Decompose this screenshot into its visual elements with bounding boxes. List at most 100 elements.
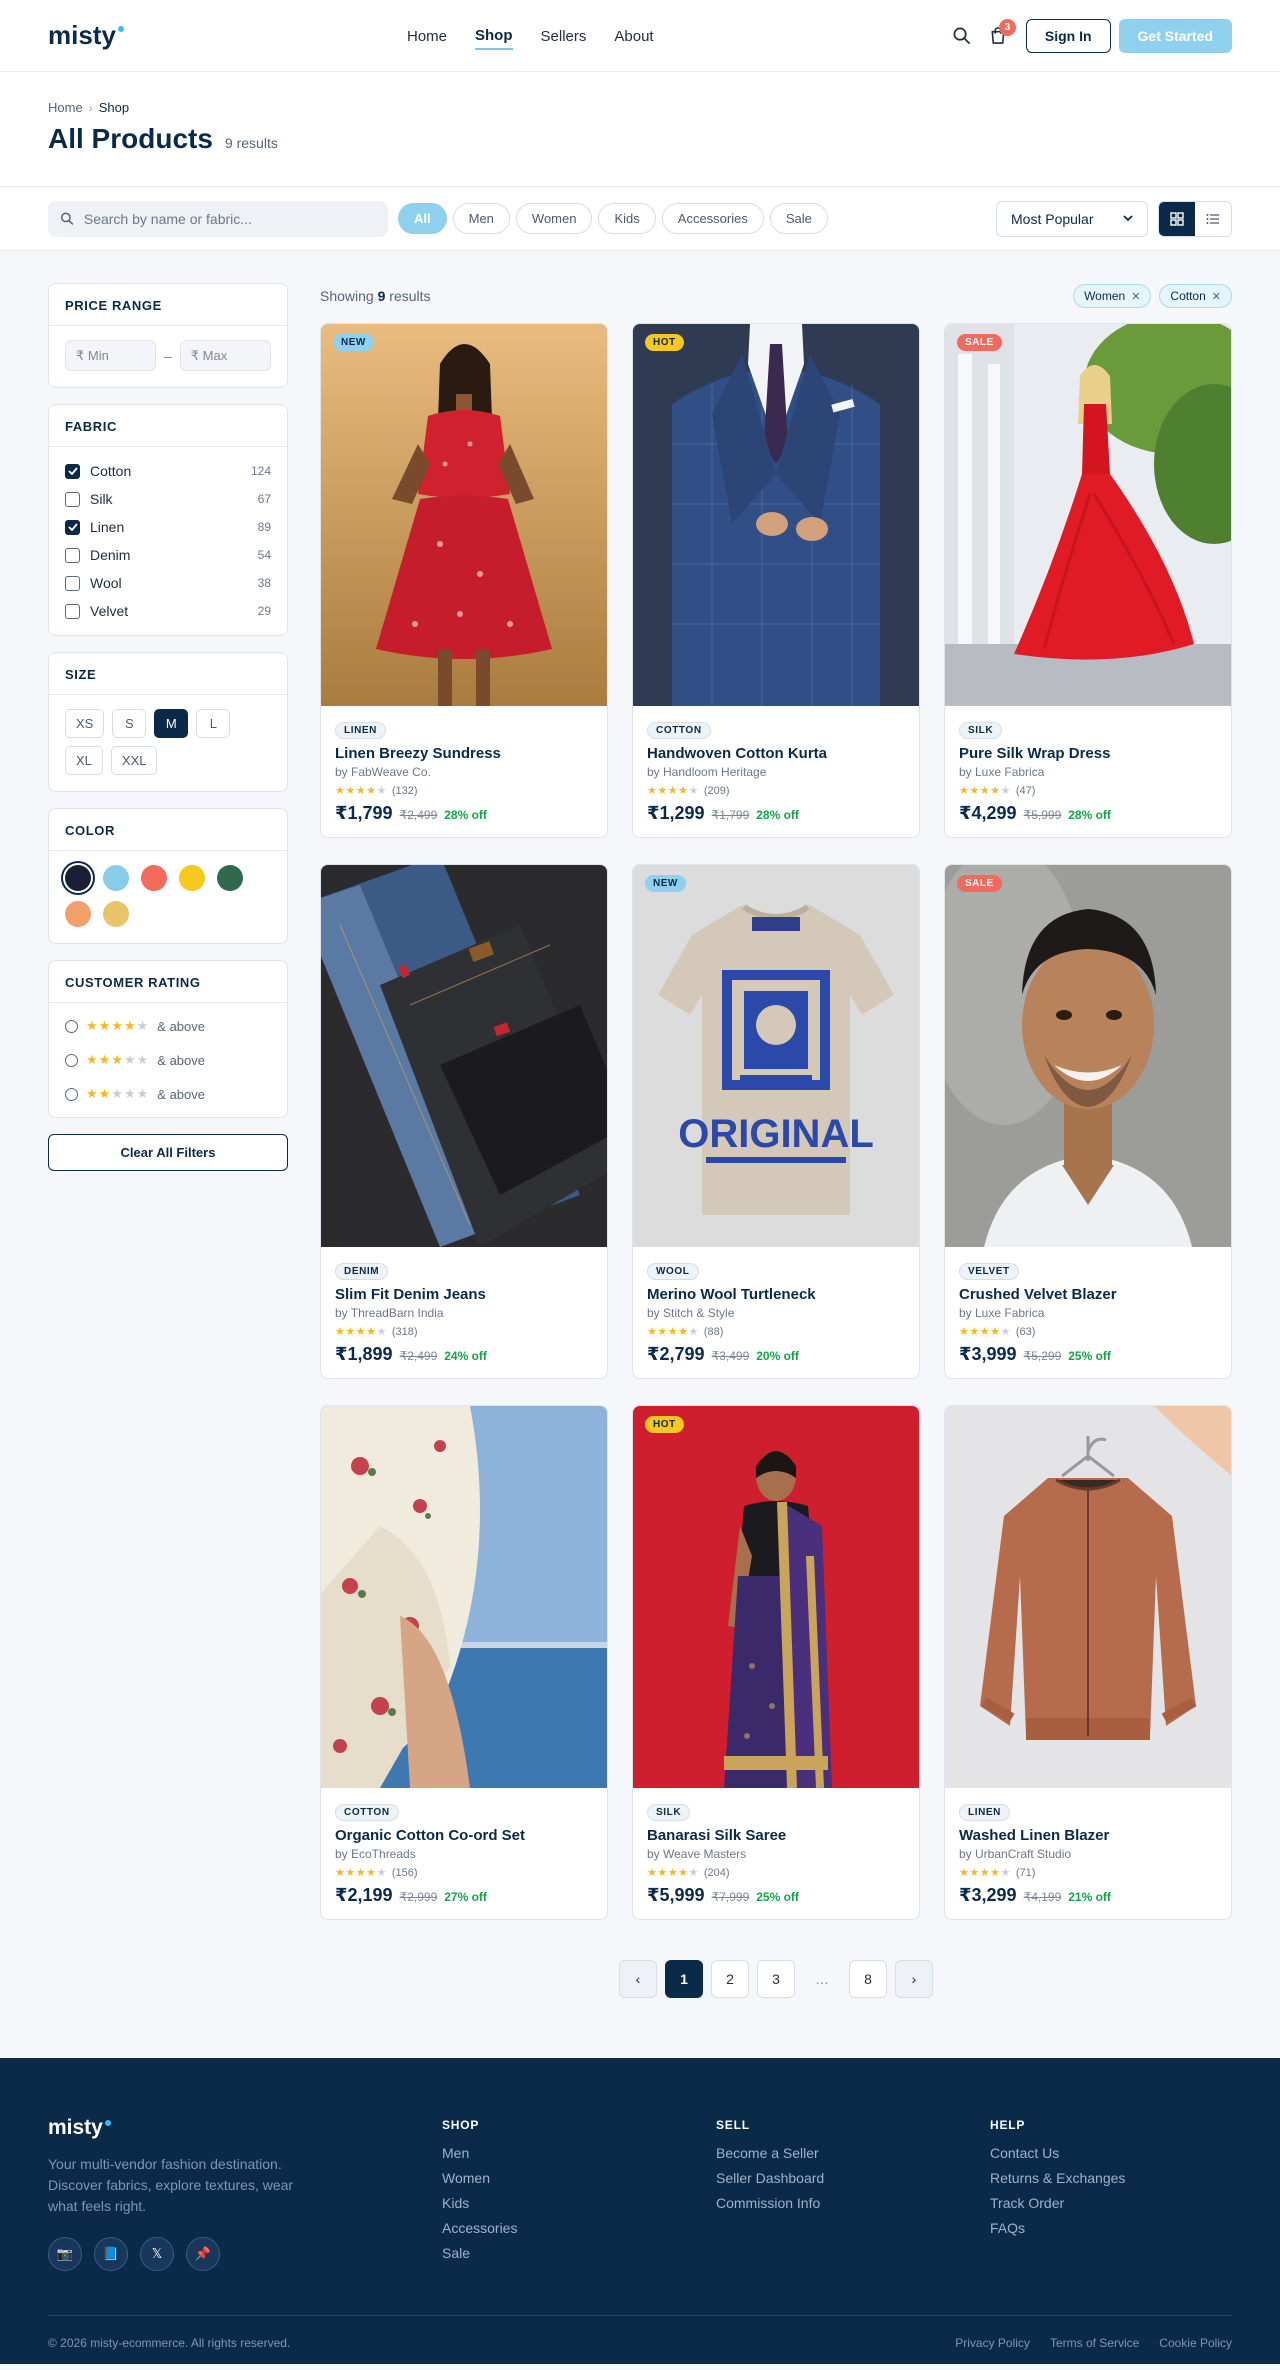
fabric-checkbox[interactable]: [65, 575, 80, 591]
product-name[interactable]: Pure Silk Wrap Dress: [959, 745, 1217, 762]
category-chip-kids[interactable]: Kids: [598, 203, 656, 234]
footer-link[interactable]: Women: [442, 2170, 716, 2187]
list-view-button[interactable]: [1195, 201, 1231, 236]
size-option-xxl[interactable]: XXL: [110, 746, 158, 775]
breadcrumb-home[interactable]: Home: [48, 100, 83, 115]
product-image[interactable]: ORIGINAL NEW: [633, 865, 919, 1247]
color-swatch[interactable]: [141, 865, 167, 891]
logo[interactable]: misty: [48, 20, 124, 51]
next-page-button[interactable]: ›: [895, 1960, 933, 1998]
product-name[interactable]: Banarasi Silk Saree: [647, 1827, 905, 1844]
get-started-button[interactable]: Get Started: [1118, 18, 1232, 53]
cart-button[interactable]: 3: [980, 18, 1016, 54]
color-swatch[interactable]: [103, 865, 129, 891]
product-card[interactable]: HOT COTTON Handwoven Cotton Kurta by Handlo…: [632, 323, 920, 838]
footer-link[interactable]: Contact Us: [990, 2145, 1125, 2162]
clear-filters-button[interactable]: Clear All Filters: [48, 1134, 288, 1171]
logo-text[interactable]: misty: [48, 20, 116, 51]
product-name[interactable]: Crushed Velvet Blazer: [959, 1286, 1217, 1303]
size-option-s[interactable]: S: [112, 709, 147, 738]
search-input[interactable]: [83, 210, 376, 227]
fabric-option-wool[interactable]: Wool 38: [65, 569, 271, 597]
seller-name[interactable]: by EcoThreads: [335, 1847, 593, 1861]
color-swatch[interactable]: [179, 865, 205, 891]
color-swatch[interactable]: [103, 901, 129, 927]
product-card[interactable]: SALE VELVET Crushed Velvet Blazer by Luxe F…: [944, 864, 1232, 1379]
seller-name[interactable]: by FabWeave Co.: [335, 765, 593, 779]
product-image[interactable]: SALE: [945, 324, 1231, 706]
product-name[interactable]: Slim Fit Denim Jeans: [335, 1286, 593, 1303]
terms-link[interactable]: Terms of Service: [1050, 2336, 1139, 2350]
size-option-l[interactable]: L: [196, 709, 231, 738]
sort-select[interactable]: Most Popular: [996, 200, 1148, 237]
footer-link[interactable]: Accessories: [442, 2220, 716, 2237]
active-filter-chip[interactable]: Women ✕: [1073, 284, 1152, 308]
footer-link[interactable]: Returns & Exchanges: [990, 2170, 1125, 2187]
remove-filter-icon[interactable]: ✕: [1131, 290, 1140, 303]
cookie-policy-link[interactable]: Cookie Policy: [1159, 2336, 1232, 2350]
product-image[interactable]: NEW: [321, 324, 607, 706]
footer-link[interactable]: Track Order: [990, 2195, 1125, 2212]
product-card[interactable]: ORIGINAL NEW WOOL Merino Wool Turtleneck by…: [632, 864, 920, 1379]
grid-view-button[interactable]: [1159, 201, 1195, 236]
seller-name[interactable]: by Handloom Heritage: [647, 765, 905, 779]
product-card[interactable]: SALE SILK Pure Silk Wrap Dress by Luxe Fabr…: [944, 323, 1232, 838]
product-card[interactable]: DENIM Slim Fit Denim Jeans by ThreadBarn I…: [320, 864, 608, 1379]
rating-radio[interactable]: [65, 1019, 78, 1033]
x-icon[interactable]: 𝕏: [140, 2237, 174, 2271]
search-box[interactable]: [48, 200, 388, 237]
seller-name[interactable]: by Weave Masters: [647, 1847, 905, 1861]
page-button-2[interactable]: 2: [711, 1960, 749, 1998]
page-button-3[interactable]: 3: [757, 1960, 795, 1998]
rating-option-4-stars[interactable]: ★★★★★ & above: [65, 1009, 271, 1043]
remove-filter-icon[interactable]: ✕: [1212, 290, 1221, 303]
product-card[interactable]: COTTON Organic Cotton Co-ord Set by EcoThr…: [320, 1405, 608, 1920]
seller-name[interactable]: by ThreadBarn India: [335, 1306, 593, 1320]
fabric-checkbox[interactable]: [65, 603, 80, 619]
product-image[interactable]: SALE: [945, 865, 1231, 1247]
footer-link[interactable]: Become a Seller: [716, 2145, 990, 2162]
size-option-xl[interactable]: XL: [65, 746, 103, 775]
nav-link-sellers[interactable]: Sellers: [541, 24, 587, 49]
page-button-1[interactable]: 1: [665, 1960, 703, 1998]
footer-link[interactable]: Men: [442, 2145, 716, 2162]
product-image[interactable]: HOT: [633, 324, 919, 706]
fabric-checkbox[interactable]: [65, 491, 80, 507]
seller-name[interactable]: by Stitch & Style: [647, 1306, 905, 1320]
privacy-policy-link[interactable]: Privacy Policy: [955, 2336, 1030, 2350]
product-name[interactable]: Organic Cotton Co-ord Set: [335, 1827, 593, 1844]
footer-link[interactable]: Sale: [442, 2245, 716, 2262]
category-chip-all[interactable]: All: [398, 203, 447, 234]
pinterest-icon[interactable]: 📌: [186, 2237, 220, 2271]
nav-link-home[interactable]: Home: [407, 24, 447, 49]
category-chip-sale[interactable]: Sale: [769, 203, 828, 234]
category-chip-women[interactable]: Women: [515, 203, 593, 234]
nav-link-about[interactable]: About: [614, 24, 653, 49]
category-chip-men[interactable]: Men: [452, 203, 510, 234]
fabric-option-denim[interactable]: Denim 54: [65, 541, 271, 569]
product-image[interactable]: HOT: [633, 1406, 919, 1788]
footer-link[interactable]: Commission Info: [716, 2195, 990, 2212]
product-card[interactable]: HOT SILK Banarasi Silk Saree by Weave Maste…: [632, 1405, 920, 1920]
product-name[interactable]: Washed Linen Blazer: [959, 1827, 1217, 1844]
rating-radio[interactable]: [65, 1053, 78, 1067]
seller-name[interactable]: by UrbanCraft Studio: [959, 1847, 1217, 1861]
rating-radio[interactable]: [65, 1087, 78, 1101]
nav-link-shop[interactable]: Shop: [475, 23, 513, 50]
product-card[interactable]: LINEN Washed Linen Blazer by UrbanCraft St…: [944, 1405, 1232, 1920]
color-swatch[interactable]: [65, 901, 91, 927]
rating-option-3-stars[interactable]: ★★★★★ & above: [65, 1043, 271, 1077]
fabric-checkbox[interactable]: [65, 547, 80, 563]
sign-in-button[interactable]: Sign In: [1025, 18, 1111, 53]
facebook-icon[interactable]: 📘: [94, 2237, 128, 2271]
active-filter-chip[interactable]: Cotton ✕: [1159, 284, 1232, 308]
instagram-icon[interactable]: 📷: [48, 2237, 82, 2271]
product-image[interactable]: [321, 1406, 607, 1788]
product-image[interactable]: [945, 1406, 1231, 1788]
product-name[interactable]: Linen Breezy Sundress: [335, 745, 593, 762]
footer-link[interactable]: FAQs: [990, 2220, 1125, 2237]
price-min-input[interactable]: ₹ Min: [65, 340, 156, 371]
footer-link[interactable]: Kids: [442, 2195, 716, 2212]
search-button[interactable]: [944, 18, 980, 54]
page-button-last[interactable]: 8: [849, 1960, 887, 1998]
